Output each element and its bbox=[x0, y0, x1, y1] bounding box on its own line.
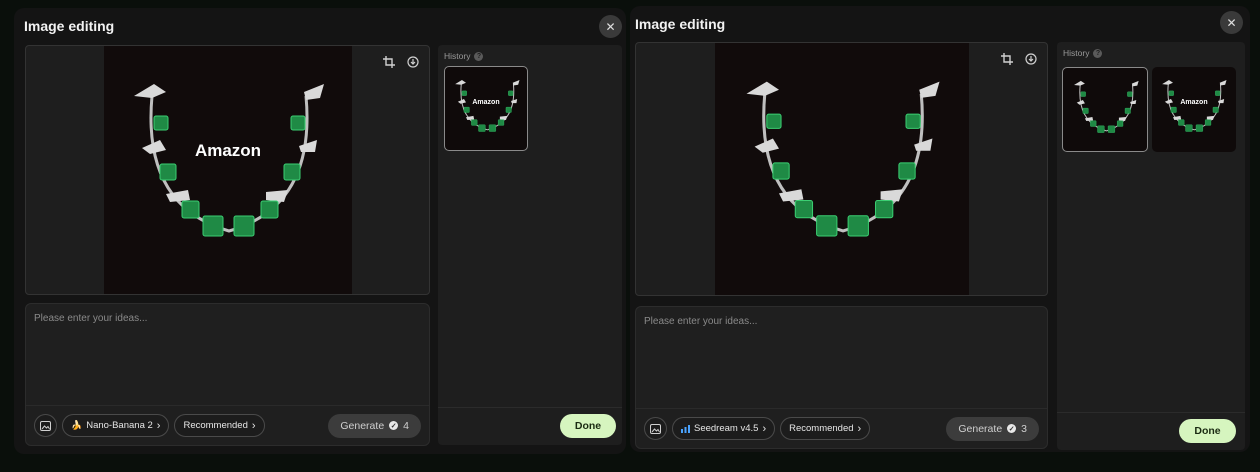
bar-chart-icon bbox=[681, 424, 690, 433]
history-label: History bbox=[1063, 48, 1090, 58]
recommended-label: Recommended bbox=[183, 420, 248, 431]
image-editing-panel: Image editing Seedream v4.5 › bbox=[630, 6, 1250, 452]
chevron-right-icon: › bbox=[156, 419, 161, 432]
banana-icon: 🍌 bbox=[71, 420, 83, 430]
generate-button[interactable]: Generate ✓ 4 bbox=[328, 413, 421, 438]
chevron-right-icon: › bbox=[857, 422, 862, 435]
image-icon bbox=[40, 420, 51, 431]
chevron-right-icon: › bbox=[762, 422, 767, 435]
done-button[interactable]: Done bbox=[560, 414, 616, 438]
generate-cost: 3 bbox=[1021, 422, 1027, 435]
help-icon[interactable]: ? bbox=[1093, 48, 1103, 58]
recommended-label: Recommended bbox=[789, 423, 854, 434]
necklace-image bbox=[744, 80, 942, 238]
generate-label: Generate bbox=[958, 422, 1003, 435]
history-sidebar: History ? Amazon Done bbox=[438, 45, 622, 445]
panel-title: Image editing bbox=[24, 18, 115, 34]
history-thumbnail[interactable]: Amazon bbox=[1152, 67, 1236, 152]
upload-image-button[interactable] bbox=[34, 414, 57, 437]
prompt-input[interactable] bbox=[636, 307, 1047, 407]
model-label: Seedream v4.5 bbox=[694, 423, 759, 434]
recommended-selector[interactable]: Recommended › bbox=[174, 414, 265, 437]
download-icon[interactable] bbox=[403, 53, 423, 71]
image-canvas: Amazon bbox=[25, 45, 430, 295]
history-label: History bbox=[444, 51, 471, 61]
image-icon bbox=[650, 423, 661, 434]
image-toolbar bbox=[379, 53, 423, 71]
generate-label: Generate bbox=[340, 419, 385, 432]
close-button[interactable]: ✕ bbox=[599, 15, 622, 38]
prompt-toolbar: 🍌 Nano-Banana 2 › Recommended › Generate… bbox=[26, 405, 429, 445]
history-thumbnail[interactable]: Amazon bbox=[444, 66, 528, 151]
generate-cost: 4 bbox=[403, 419, 409, 432]
history-footer: Done bbox=[438, 407, 622, 445]
credit-icon: ✓ bbox=[1007, 424, 1017, 433]
necklace-image bbox=[132, 82, 326, 238]
model-label: Nano-Banana 2 bbox=[86, 420, 153, 431]
panel-title: Image editing bbox=[635, 16, 726, 32]
history-thumbnail[interactable] bbox=[1062, 67, 1148, 152]
edited-image bbox=[715, 43, 969, 295]
crop-icon[interactable] bbox=[997, 50, 1017, 68]
close-icon: ✕ bbox=[1226, 15, 1237, 30]
prompt-box: 🍌 Nano-Banana 2 › Recommended › Generate… bbox=[25, 303, 430, 446]
model-selector[interactable]: Seedream v4.5 › bbox=[672, 417, 776, 440]
help-icon[interactable]: ? bbox=[474, 51, 484, 61]
close-icon: ✕ bbox=[605, 19, 616, 34]
image-editing-panel: Image editing Amazon 🍌 Nano-Banana 2 bbox=[14, 8, 626, 454]
thumbnail-brand: Amazon bbox=[472, 99, 500, 106]
done-button[interactable]: Done bbox=[1179, 419, 1236, 443]
credit-icon: ✓ bbox=[389, 421, 399, 430]
image-toolbar bbox=[997, 50, 1041, 68]
download-icon[interactable] bbox=[1021, 50, 1041, 68]
history-sidebar: History ? Amazon Done bbox=[1057, 42, 1245, 450]
close-button[interactable]: ✕ bbox=[1220, 11, 1243, 34]
recommended-selector[interactable]: Recommended › bbox=[780, 417, 871, 440]
prompt-box: Seedream v4.5 › Recommended › Generate ✓… bbox=[635, 306, 1048, 449]
upload-image-button[interactable] bbox=[644, 417, 667, 440]
image-canvas bbox=[635, 42, 1048, 296]
history-footer: Done bbox=[1057, 412, 1245, 450]
model-selector[interactable]: 🍌 Nano-Banana 2 › bbox=[62, 414, 170, 437]
history-header: History ? bbox=[1063, 48, 1103, 58]
generate-button[interactable]: Generate ✓ 3 bbox=[946, 416, 1039, 441]
prompt-toolbar: Seedream v4.5 › Recommended › Generate ✓… bbox=[636, 408, 1047, 448]
edited-image: Amazon bbox=[104, 46, 352, 294]
crop-icon[interactable] bbox=[379, 53, 399, 71]
thumbnail-brand: Amazon bbox=[1180, 99, 1208, 106]
brand-watermark: Amazon bbox=[194, 141, 262, 160]
chevron-right-icon: › bbox=[251, 419, 256, 432]
prompt-input[interactable] bbox=[26, 304, 429, 404]
history-header: History ? bbox=[444, 51, 484, 61]
